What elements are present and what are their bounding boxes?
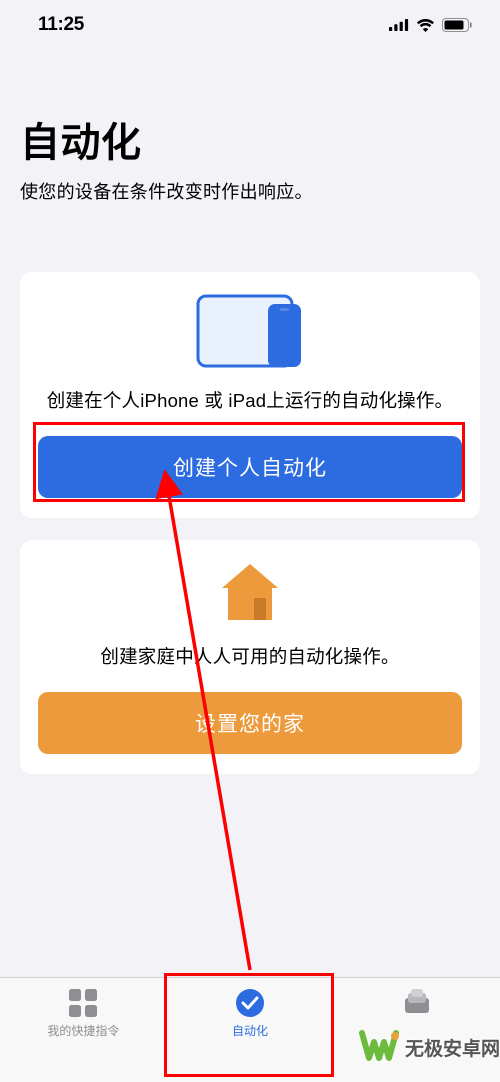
status-time: 11:25 — [38, 14, 84, 36]
device-icon — [38, 294, 462, 368]
page-title: 自动化 — [20, 110, 480, 168]
watermark-text: 无极安卓网 — [405, 1034, 500, 1061]
gallery-icon — [402, 988, 432, 1018]
cards-container: 创建在个人iPhone 或 iPad上运行的自动化操作。 创建个人自动化 创建家… — [0, 214, 500, 774]
battery-icon — [442, 18, 472, 32]
cellular-signal-icon — [389, 19, 409, 31]
shortcuts-icon — [68, 988, 98, 1018]
wifi-icon — [416, 19, 435, 32]
page-header: 自动化 使您的设备在条件改变时作出响应。 — [0, 50, 500, 214]
watermark-logo-icon — [359, 1030, 399, 1064]
home-automation-card: 创建家庭中人人可用的自动化操作。 设置您的家 — [20, 540, 480, 774]
tab-shortcuts[interactable]: 我的快捷指令 — [0, 978, 167, 1082]
status-bar: 11:25 — [0, 0, 500, 50]
automation-icon — [235, 988, 265, 1018]
watermark: 无极安卓网 — [359, 1030, 500, 1064]
create-personal-automation-button[interactable]: 创建个人自动化 — [38, 436, 462, 498]
personal-card-description: 创建在个人iPhone 或 iPad上运行的自动化操作。 — [38, 388, 462, 414]
tab-automation-label: 自动化 — [232, 1022, 268, 1039]
home-icon — [38, 562, 462, 624]
page-subtitle: 使您的设备在条件改变时作出响应。 — [20, 178, 480, 204]
personal-automation-card: 创建在个人iPhone 或 iPad上运行的自动化操作。 创建个人自动化 — [20, 272, 480, 518]
setup-home-button[interactable]: 设置您的家 — [38, 692, 462, 754]
tab-automation[interactable]: 自动化 — [167, 978, 334, 1082]
home-card-description: 创建家庭中人人可用的自动化操作。 — [38, 644, 462, 670]
tab-shortcuts-label: 我的快捷指令 — [47, 1022, 119, 1039]
status-icons — [389, 18, 472, 32]
